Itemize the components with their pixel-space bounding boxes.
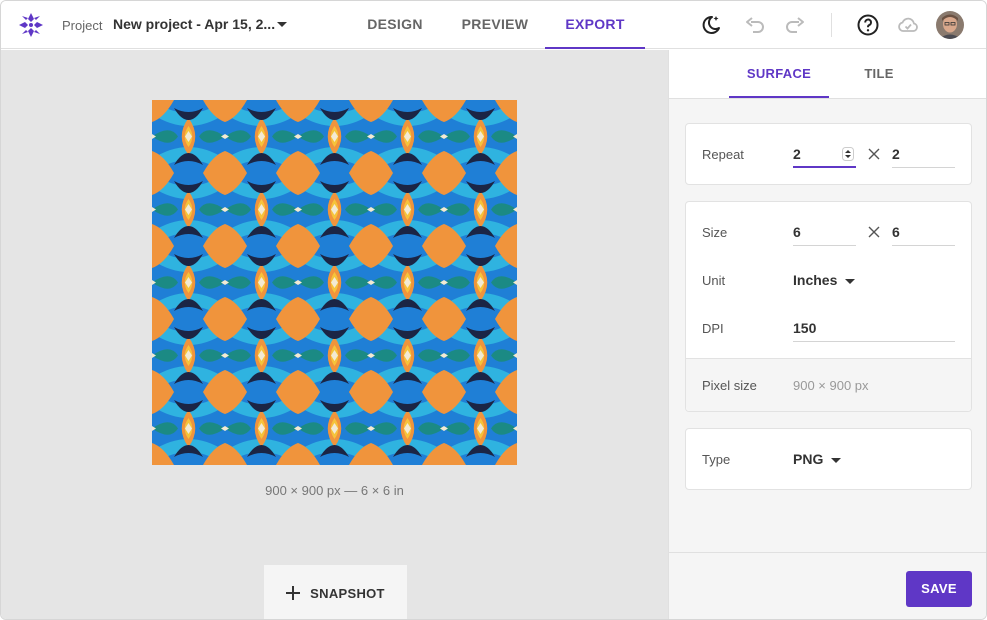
type-card: Type PNG xyxy=(685,428,972,490)
snapshot-label: SNAPSHOT xyxy=(310,585,385,601)
pattern-preview xyxy=(152,100,517,465)
panel-tabs: SURFACE TILE xyxy=(669,50,986,99)
size-x-underline xyxy=(793,245,856,246)
avatar[interactable] xyxy=(936,11,964,39)
toolbar-divider xyxy=(831,13,832,37)
theme-moon-icon[interactable] xyxy=(699,13,723,37)
size-y-input[interactable]: 6 xyxy=(892,224,900,240)
unit-select[interactable]: Inches xyxy=(793,272,856,288)
unit-label: Unit xyxy=(702,273,726,288)
chevron-down-icon[interactable] xyxy=(277,22,287,27)
unit-value: Inches xyxy=(793,272,838,288)
app-logo-icon[interactable] xyxy=(17,11,45,39)
project-label: Project xyxy=(62,18,103,33)
save-button[interactable]: SAVE xyxy=(906,571,972,607)
redo-icon[interactable] xyxy=(783,13,807,37)
type-value: PNG xyxy=(793,451,824,467)
tab-surface[interactable]: SURFACE xyxy=(729,50,829,98)
export-panel: SURFACE TILE Repeat 2 2 Size 6 6 Unit In… xyxy=(668,50,986,619)
repeat-x-input[interactable]: 2 xyxy=(793,146,801,162)
tab-design[interactable]: DESIGN xyxy=(346,1,444,49)
repeat-card: Repeat 2 2 xyxy=(685,123,972,185)
size-x-input[interactable]: 6 xyxy=(793,224,801,240)
chevron-down-icon xyxy=(831,457,842,463)
chevron-down-icon xyxy=(845,278,856,284)
help-icon[interactable] xyxy=(856,13,880,37)
app-window: Project New project - Apr 15, 2... DESIG… xyxy=(0,0,987,620)
plus-icon xyxy=(286,586,301,600)
type-select[interactable]: PNG xyxy=(793,451,842,467)
pixel-size-value: 900 × 900 px xyxy=(793,378,869,393)
repeat-x-underline xyxy=(793,166,856,168)
tab-preview[interactable]: PREVIEW xyxy=(445,1,545,49)
size-label: Size xyxy=(702,225,728,240)
repeat-y-underline xyxy=(892,167,955,168)
dpi-label: DPI xyxy=(702,321,724,336)
cloud-icon[interactable] xyxy=(896,13,920,37)
tab-export[interactable]: EXPORT xyxy=(545,1,645,49)
pixel-size-label: Pixel size xyxy=(702,378,757,393)
canvas-area: 900 × 900 px — 6 × 6 in SNAPSHOT xyxy=(1,50,668,619)
snapshot-button[interactable]: SNAPSHOT xyxy=(264,565,407,619)
canvas-caption: 900 × 900 px — 6 × 6 in xyxy=(265,483,404,498)
times-icon xyxy=(868,148,880,160)
dpi-input[interactable]: 150 xyxy=(793,320,816,336)
size-card: Size 6 6 Unit Inches DPI 150 Pixel size … xyxy=(685,201,972,412)
undo-icon[interactable] xyxy=(743,13,767,37)
dpi-underline xyxy=(793,341,955,342)
pixel-size-row: Pixel size 900 × 900 px xyxy=(686,358,971,411)
repeat-label: Repeat xyxy=(702,147,744,162)
panel-footer: SAVE xyxy=(669,552,986,619)
top-bar: Project New project - Apr 15, 2... DESIG… xyxy=(1,1,986,49)
size-y-underline xyxy=(892,245,955,246)
repeat-y-input[interactable]: 2 xyxy=(892,146,900,162)
project-name[interactable]: New project - Apr 15, 2... xyxy=(113,16,275,32)
tab-tile[interactable]: TILE xyxy=(829,50,929,98)
times-icon xyxy=(868,226,880,238)
type-label: Type xyxy=(702,452,731,467)
stepper-icon[interactable] xyxy=(842,147,854,161)
